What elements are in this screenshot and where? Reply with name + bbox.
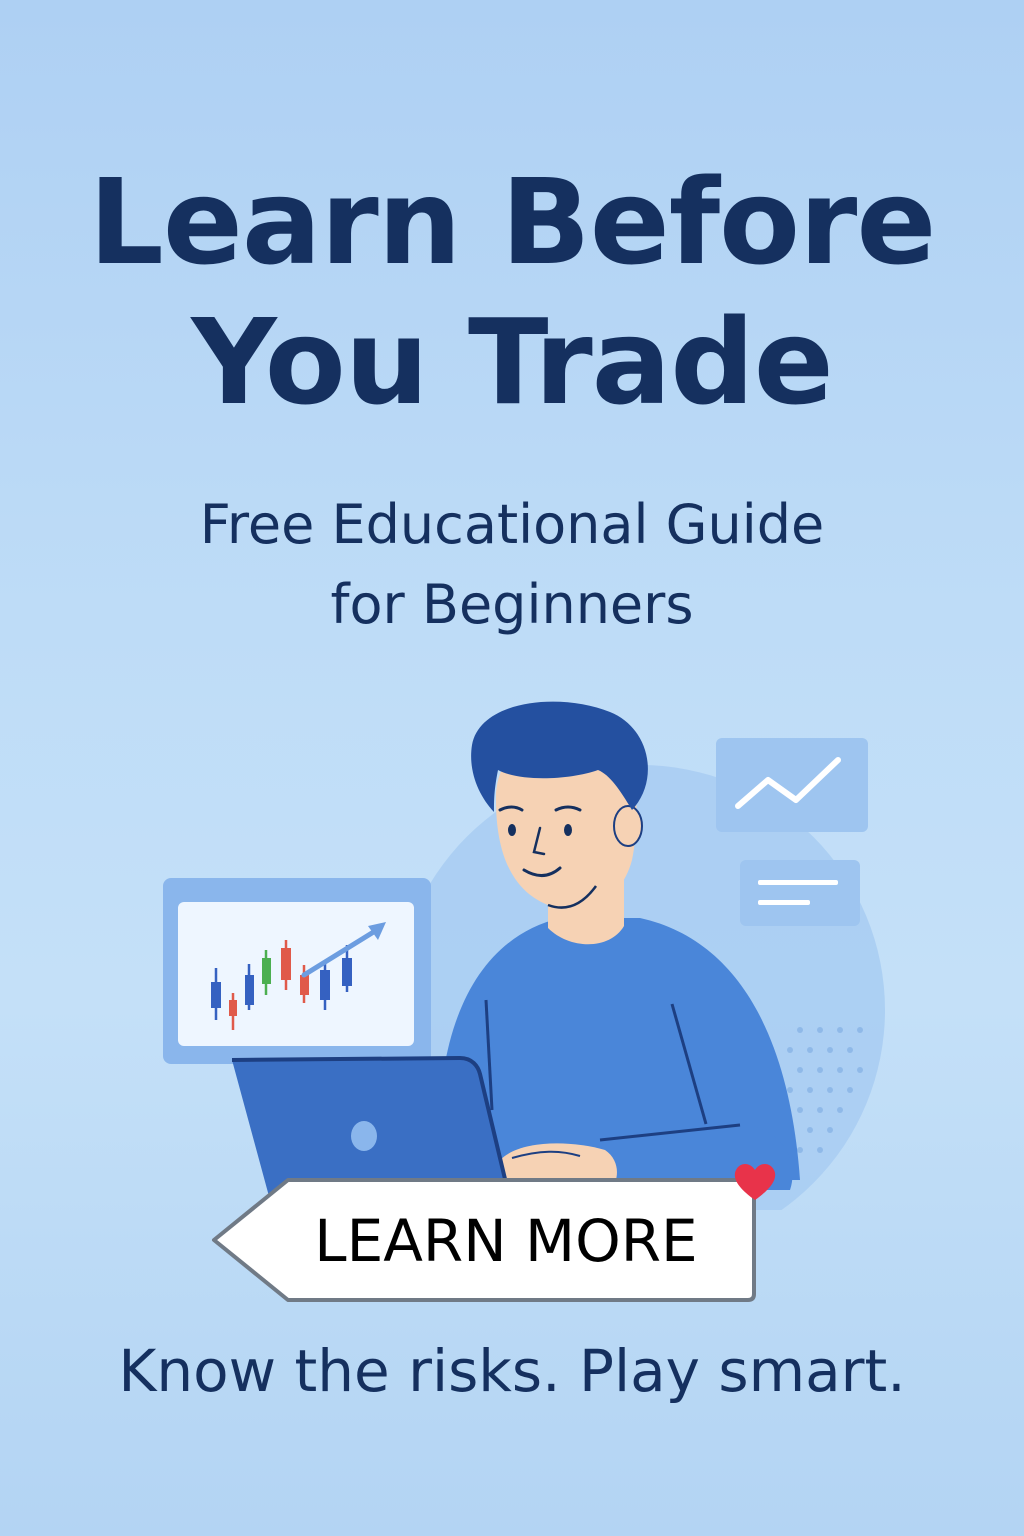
tagline: Know the risks. Play smart. [118,1337,906,1405]
subtitle-line-1: Free Educational Guide [199,493,825,556]
headline-line-2: You Trade [191,293,834,431]
subtitle-line-2: for Beginners [330,573,694,636]
learn-more-label[interactable]: LEARN MORE [258,1186,754,1296]
headline-line-1: Learn Before [88,153,937,291]
text-card-icon [740,860,860,926]
candlestick-chart-icon [163,878,431,1064]
trader-illustration [163,701,885,1210]
line-chart-icon [716,738,868,832]
learn-more-button[interactable]: LEARN MORE [210,1164,776,1306]
heart-icon [734,1164,776,1200]
